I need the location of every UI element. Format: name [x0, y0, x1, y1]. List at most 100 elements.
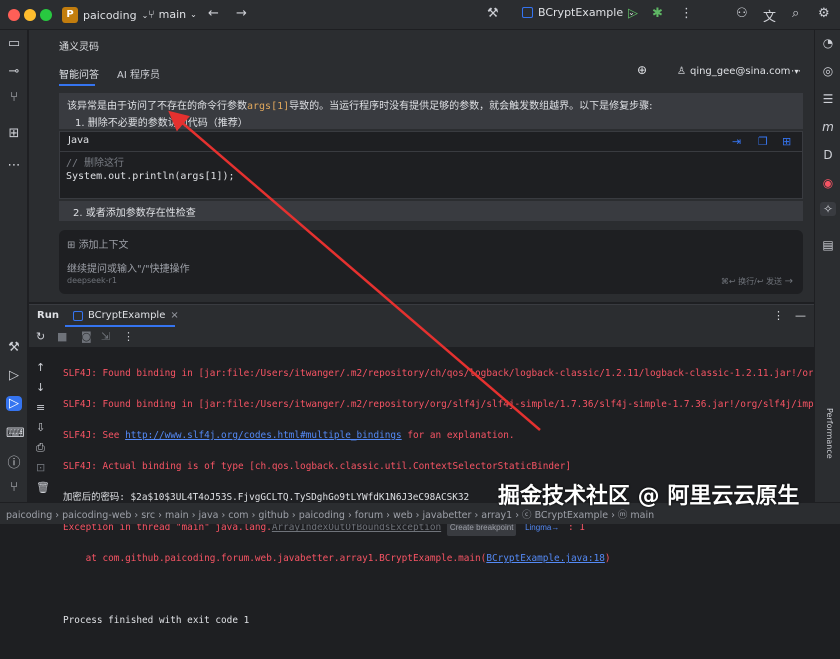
copy-icon[interactable]: ❐	[758, 135, 768, 148]
exception-text: Exception in thread "main" java.lang.	[63, 522, 272, 534]
copilot-icon[interactable]: ◎	[820, 64, 836, 78]
add-user-icon[interactable]: ⚇	[736, 6, 748, 21]
folder-icon[interactable]: ▭	[6, 36, 22, 51]
git-branch-icon: ⑂	[148, 8, 155, 21]
chat-input[interactable]: 继续提问或输入"/"快捷操作	[67, 260, 190, 275]
run-panel-label: Run	[37, 310, 59, 321]
send-hint: ⌘↩ 换行/↩ 发送	[720, 277, 783, 286]
insert-code-icon[interactable]: ⇥	[732, 135, 741, 148]
gear-icon[interactable]: ⚙	[818, 6, 830, 21]
code-language: Java	[68, 135, 90, 146]
rerun-icon[interactable]: ↻	[36, 330, 45, 343]
new-file-icon[interactable]: ⊞	[782, 135, 791, 148]
chevron-down-icon: ⌄	[190, 10, 197, 19]
back-icon[interactable]: ←	[208, 6, 219, 21]
bookmark-icon[interactable]: ▤	[820, 238, 836, 252]
stack-trace-text: at com.github.paicoding.forum.web.javabe…	[63, 553, 487, 565]
lingma-panel: 通义灵码 智能问答 AI 程序员 ⊕ ♙ qing_gee@sina.com ▾…	[29, 30, 814, 302]
user-email: qing_gee@sina.com	[689, 66, 791, 77]
message-code: args[1]	[247, 101, 290, 112]
message-text-before: 该异常是由于访问了不存在的命令行参数	[67, 101, 247, 112]
search-icon[interactable]: ⌕	[792, 6, 799, 21]
commit-icon[interactable]: ⊸	[6, 64, 22, 79]
project-selector[interactable]: P paicoding ⌄	[62, 5, 148, 25]
slf4j-link[interactable]: http://www.slf4j.org/codes.html#multiple…	[125, 430, 402, 441]
notifications-icon[interactable]: ◔	[820, 36, 836, 50]
database-icon[interactable]: ☰	[820, 92, 836, 106]
trash-icon[interactable]: 🗑	[36, 481, 50, 494]
console-text: for an explanation.	[401, 430, 515, 442]
tab-underline	[59, 84, 95, 86]
git-icon[interactable]: ⑂	[6, 480, 22, 495]
close-icon[interactable]: ×	[170, 310, 178, 321]
arrow-down-icon[interactable]: ↓	[36, 381, 45, 394]
chat-input-box[interactable]: ⊞ 添加上下文 继续提问或输入"/"快捷操作 deepseek-r1 ⌘↩ 换行…	[59, 230, 803, 294]
minimize-icon[interactable]: —	[795, 309, 806, 322]
run-icon[interactable]: ▷	[628, 6, 638, 21]
more-icon[interactable]: ⋮	[123, 330, 134, 343]
code-comment: // 删除这行	[66, 158, 125, 169]
forward-icon[interactable]: →	[236, 6, 247, 21]
maven-icon[interactable]: m	[820, 120, 836, 134]
run-tab[interactable]: BCryptExample ×	[73, 310, 179, 321]
lock-icon[interactable]: ⊡	[36, 461, 45, 474]
d-plugin-icon[interactable]: D	[820, 148, 836, 162]
title-bar: P paicoding ⌄ ⑂ main ⌄ ← → ⚒ BCryptExamp…	[0, 0, 840, 30]
tab-ai-developer[interactable]: AI 程序员	[117, 66, 160, 81]
debug-icon[interactable]: ✱	[652, 6, 663, 21]
camera-icon[interactable]: ◙	[81, 330, 92, 343]
exit-icon[interactable]: ⇲	[101, 330, 110, 343]
structure-icon[interactable]: ⊞	[6, 126, 22, 141]
exception-index: : 1	[562, 522, 585, 534]
run-config-name: BCryptExample	[538, 6, 624, 19]
build-icon[interactable]: ⚒	[6, 340, 22, 355]
message-text-after: 导致的。当运行程序时没有提供足够的参数，就会触发数组越界。以下是修复步骤:	[289, 101, 653, 112]
left-tool-bar: ▭ ⊸ ⑂ ⊞ ⋯ ⚒ ▷ ▷ ⌨ ⓘ ⑂	[0, 30, 28, 502]
minimize-window-button[interactable]	[24, 9, 36, 21]
run-config-selector[interactable]: BCryptExample ⌄	[522, 6, 635, 19]
add-context-button[interactable]: ⊞ 添加上下文	[67, 236, 129, 251]
breadcrumb[interactable]: paicoding › paicoding-web › src › main ›…	[6, 510, 654, 521]
run-config-icon	[73, 310, 83, 321]
run-tool-icon[interactable]: ▷	[6, 396, 22, 411]
project-badge: P	[62, 7, 78, 23]
source-link[interactable]: BCryptExample.java:18	[486, 553, 605, 564]
add-session-icon[interactable]: ⊕	[637, 63, 647, 77]
print-icon[interactable]: ⎙	[36, 441, 45, 455]
add-context-label: 添加上下文	[78, 240, 129, 251]
terminal-icon[interactable]: ⌨	[6, 426, 25, 441]
soft-wrap-icon[interactable]: ≡	[36, 401, 45, 414]
scroll-end-icon[interactable]: ⇩	[36, 421, 45, 434]
more-icon[interactable]: ⋮	[773, 309, 784, 322]
services-icon[interactable]: ▷	[6, 368, 22, 383]
exception-class-link[interactable]: ArrayIndexOutOfBoundsException	[272, 522, 441, 533]
zoom-window-button[interactable]	[40, 9, 52, 21]
stop-icon[interactable]: ■	[57, 330, 67, 343]
panel-title: 通义灵码	[59, 42, 99, 53]
plugin-icon[interactable]: ◉	[820, 176, 836, 190]
problems-icon[interactable]: ⓘ	[6, 452, 22, 471]
close-window-button[interactable]	[8, 9, 20, 21]
more-icon[interactable]: ⋯	[791, 66, 801, 77]
arrow-up-icon[interactable]: ↑	[36, 361, 45, 374]
console-line: SLF4J: See	[63, 430, 126, 442]
tab-qa[interactable]: 智能问答	[59, 66, 99, 81]
hammer-icon[interactable]: ⚒	[487, 6, 499, 21]
send-icon[interactable]: →	[785, 276, 793, 287]
branch-selector[interactable]: ⑂ main ⌄	[148, 8, 197, 21]
translate-icon[interactable]: 文	[763, 6, 776, 25]
code-block: Java ⇥ ❐ ⊞ // 删除这行 System.out.println(ar…	[59, 131, 803, 199]
step-two: 2. 或者添加参数存在性检查	[59, 201, 803, 221]
exit-line: Process finished with exit code 1	[63, 614, 250, 626]
answer-message: 该异常是由于访问了不存在的命令行参数args[1]导致的。当运行程序时没有提供足…	[59, 93, 803, 129]
lingma-icon[interactable]: ✧	[820, 202, 836, 216]
performance-label[interactable]: Performance	[825, 408, 834, 459]
model-selector[interactable]: deepseek-r1	[67, 276, 117, 285]
watermark: 掘金技术社区 @ 阿里云云原生	[498, 484, 800, 509]
pull-request-icon[interactable]: ⑂	[6, 90, 22, 105]
plus-icon: ⊞	[67, 240, 79, 251]
user-menu[interactable]: ♙ qing_gee@sina.com ▾	[677, 66, 798, 77]
more-icon[interactable]: ⋮	[680, 6, 693, 21]
more-tools-icon[interactable]: ⋯	[6, 158, 22, 173]
stack-trace-end: )	[604, 553, 611, 565]
